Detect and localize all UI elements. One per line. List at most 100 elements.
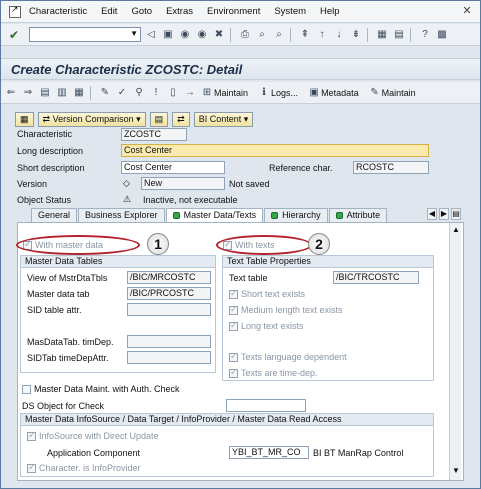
medium-text-label: Medium length text exists	[241, 305, 343, 315]
menu-extras[interactable]: Extras	[166, 6, 193, 17]
short-description-field[interactable]: Cost Center	[121, 161, 225, 174]
infosource-group: Master Data InfoSource / Data Target / I…	[20, 413, 434, 477]
cancel-icon[interactable]: ✖	[212, 28, 226, 42]
lang-dependent-checkbox[interactable]	[229, 351, 238, 362]
new-session-icon[interactable]: ▦	[375, 28, 389, 42]
tab-next-icon[interactable]: ▶	[439, 208, 449, 220]
menu-environment[interactable]: Environment	[207, 6, 260, 17]
scroll-down-icon[interactable]: ▼	[452, 466, 460, 475]
object-status-label: Object Status	[17, 195, 72, 205]
maintain-button[interactable]: Maintain	[214, 88, 248, 98]
command-field[interactable]: ▼	[29, 27, 141, 42]
medium-text-checkbox[interactable]	[229, 304, 238, 315]
tab-attribute-label: Attribute	[346, 210, 381, 220]
logs-button[interactable]: Logs...	[271, 88, 298, 98]
application-component-label: Application Component	[47, 448, 141, 458]
masdatatab-timdep-label: MasDataTab. timDep.	[27, 337, 114, 347]
highlight-oval	[216, 235, 312, 255]
enter-check-icon[interactable]: ✔	[9, 28, 19, 42]
next-page-icon[interactable]: ↓	[332, 28, 346, 42]
hierarchy-icon[interactable]: ⊞	[200, 86, 214, 100]
where-used-icon[interactable]: ⚲	[132, 86, 146, 100]
tree-toggle-button[interactable]: ▦	[15, 111, 34, 127]
version-field[interactable]: New	[141, 177, 225, 190]
transport-icon[interactable]: →	[183, 86, 197, 100]
toolbar-separator	[230, 27, 231, 42]
menu-help[interactable]: Help	[320, 6, 340, 17]
application-component-desc: BI BT ManRap Control	[313, 448, 404, 458]
chevron-down-icon[interactable]: ▼	[130, 29, 138, 38]
long-description-label: Long description	[17, 146, 84, 156]
find-next-icon[interactable]: ⌕	[272, 28, 286, 42]
last-page-icon[interactable]: ⇟	[349, 28, 363, 42]
bi-content-button[interactable]: BI Content ▾	[193, 111, 254, 127]
tab-attribute[interactable]: Attribute	[328, 208, 388, 222]
status-led-icon	[335, 212, 343, 219]
tab-hierarchy[interactable]: Hierarchy	[264, 208, 328, 222]
tab-business-explorer[interactable]: Business Explorer	[78, 208, 165, 222]
object-list-icon[interactable]: ▤	[38, 86, 52, 100]
find-icon[interactable]: ⌕	[255, 28, 269, 42]
activate-icon[interactable]: !	[149, 86, 163, 100]
help-icon[interactable]: ?	[418, 28, 432, 42]
masdatatab-timdep-field	[127, 335, 211, 348]
characteristic-label: Characteristic	[17, 129, 73, 139]
document-icon[interactable]: ▯	[166, 86, 180, 100]
scroll-up-icon[interactable]: ▲	[452, 225, 460, 234]
step-marker-2: 2	[308, 233, 330, 255]
exit-icon[interactable]: ◉	[195, 28, 209, 42]
time-dependent-checkbox[interactable]	[229, 367, 238, 378]
system-menu-icon[interactable]	[9, 4, 21, 18]
text-table-properties-title: Text Table Properties	[223, 256, 433, 268]
back-icon[interactable]: ◉	[178, 28, 192, 42]
text-table-field: /BIC/TRCOSTC	[333, 271, 419, 284]
direct-update-checkbox[interactable]	[27, 430, 36, 441]
menu-characteristic[interactable]: Characteristic	[29, 6, 87, 17]
direct-update-label: InfoSource with Direct Update	[39, 431, 159, 441]
ds-object-field[interactable]	[226, 399, 306, 412]
display-change-icon[interactable]: ✎	[98, 86, 112, 100]
close-icon[interactable]: ✕	[460, 4, 474, 18]
navigation-icon[interactable]: ▥	[55, 86, 69, 100]
prev-page-icon[interactable]: ↑	[315, 28, 329, 42]
tab-list-icon[interactable]: ▤	[451, 208, 461, 220]
short-text-checkbox[interactable]	[229, 288, 238, 299]
is-infoprovider-checkbox[interactable]	[27, 462, 36, 473]
info-icon[interactable]: ℹ	[257, 86, 271, 100]
layout-icon[interactable]: ▩	[435, 28, 449, 42]
shortcut-icon[interactable]: ▤	[392, 28, 406, 42]
menu-system[interactable]: System	[274, 6, 306, 17]
title-bar: Create Characteristic ZCOSTC: Detail	[1, 58, 480, 80]
save-icon[interactable]: ▣	[161, 28, 175, 42]
tab-general[interactable]: General	[31, 208, 78, 222]
version-label: Version	[17, 179, 48, 189]
back-triangle-icon[interactable]: ◁	[144, 28, 158, 42]
tab-master-data-texts[interactable]: Master Data/Texts	[165, 208, 264, 222]
metadata-button[interactable]: Metadata	[321, 88, 359, 98]
vertical-scrollbar[interactable]: ▲ ▼	[449, 223, 461, 480]
long-description-field[interactable]: Cost Center	[121, 144, 429, 157]
tree-icon[interactable]: ▦	[72, 86, 86, 100]
menu-edit[interactable]: Edit	[101, 6, 117, 17]
tab-prev-icon[interactable]: ◀	[427, 208, 437, 220]
metadata-icon[interactable]: ▣	[307, 86, 321, 100]
page-title: Create Characteristic ZCOSTC: Detail	[11, 62, 243, 77]
forward-arrow-icon[interactable]: ⇒	[21, 86, 35, 100]
copy-button[interactable]: ▤	[149, 111, 169, 127]
print-icon[interactable]: ⎙	[238, 28, 252, 42]
tab-hierarchy-label: Hierarchy	[282, 210, 321, 220]
structure-button[interactable]: ⇄	[172, 111, 190, 127]
step-marker-1: 1	[147, 233, 169, 255]
reference-char-label: Reference char.	[269, 163, 333, 173]
back-arrow-icon[interactable]: ⇐	[4, 86, 18, 100]
first-page-icon[interactable]: ⇞	[298, 28, 312, 42]
maintain2-button[interactable]: Maintain	[382, 88, 416, 98]
maintain2-icon[interactable]: ✎	[368, 86, 382, 100]
long-text-checkbox[interactable]	[229, 320, 238, 331]
auth-check-checkbox[interactable]	[22, 385, 31, 394]
check-icon[interactable]: ✓	[115, 86, 129, 100]
application-toolbar: ⇐ ⇒ ▤ ▥ ▦ ✎ ✓ ⚲ ! ▯ → ⊞ Maintain ℹ Logs.…	[1, 82, 480, 104]
menu-goto[interactable]: Goto	[131, 6, 152, 17]
version-comparison-button[interactable]: ⇄ Version Comparison ▾	[37, 111, 146, 127]
application-component-field[interactable]: YBI_BT_MR_CO	[229, 446, 309, 459]
